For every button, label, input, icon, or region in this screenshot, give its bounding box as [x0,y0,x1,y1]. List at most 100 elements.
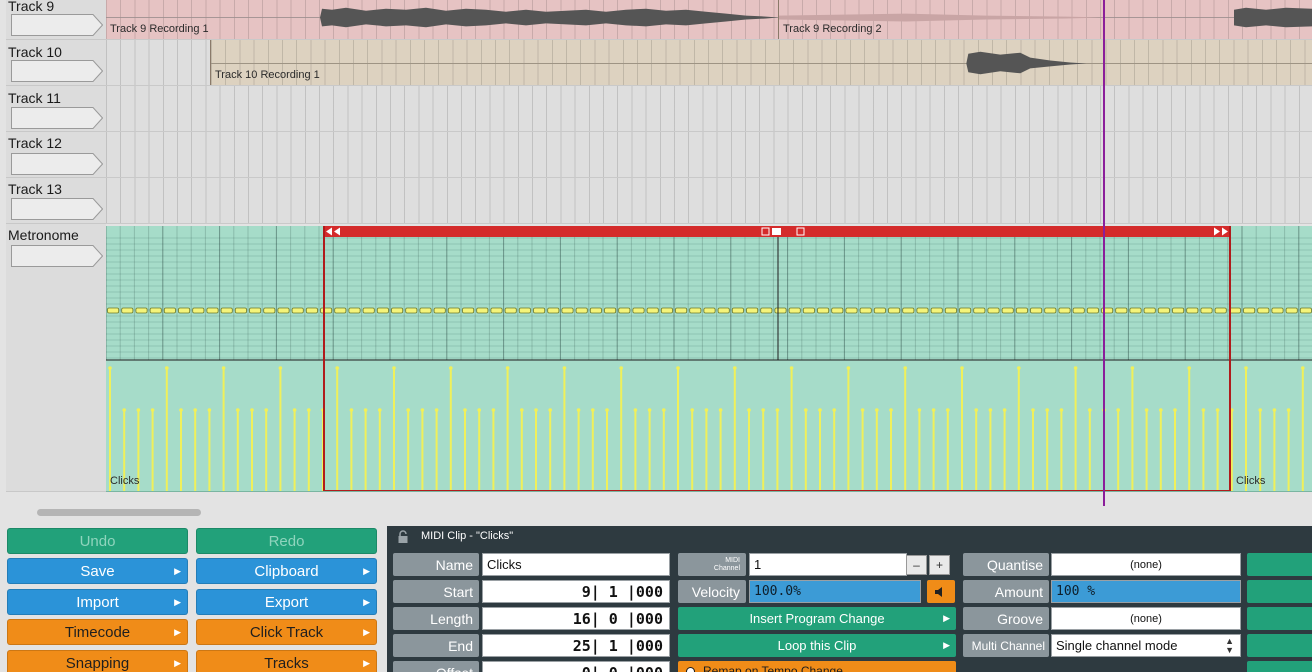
velocity-head [1144,408,1149,412]
channel-decrement-button[interactable]: – [906,555,927,575]
track-header-metronome[interactable]: Metronome [6,224,106,492]
midi-clip-clicks[interactable]: Clicks Clicks [106,226,1312,492]
timecode-button[interactable]: Timecode ▶ [7,619,188,645]
clip-label: Clicks [110,475,140,487]
track-name: Track 12 [8,135,62,151]
chevron-right-icon: ▶ [363,627,370,637]
velocity-label: Velocity [678,580,746,603]
quantise-dropdown[interactable]: (none) [1051,553,1241,576]
horizontal-scrollbar[interactable] [6,500,1312,518]
side-button-4[interactable] [1247,634,1312,657]
track-lane-12[interactable] [106,132,1312,178]
side-button-3[interactable] [1247,607,1312,630]
tracks-button[interactable]: Tracks ▶ [196,650,377,672]
start-field[interactable]: 9| 1 |000 [482,580,670,603]
midi-note [589,307,602,314]
midi-note [462,307,475,314]
midi-note [518,307,531,314]
track-header-11[interactable]: Track 11 [6,86,106,132]
groove-dropdown[interactable]: (none) [1051,607,1241,630]
track-header-9[interactable]: Track 9 [6,0,106,40]
midi-note [604,307,617,314]
midi-note [1143,307,1156,314]
track-tab-icon[interactable] [11,107,103,129]
velocity-head [988,408,993,412]
quantise-label: Quantise [963,553,1049,576]
track-tab-icon[interactable] [11,14,103,36]
length-field[interactable]: 16| 0 |000 [482,607,670,630]
name-field[interactable]: Clicks [482,553,670,576]
midi-note [1186,307,1199,314]
click-track-button[interactable]: Click Track ▶ [196,619,377,645]
midi-note [376,307,389,314]
track-lane-13[interactable] [106,178,1312,224]
midi-note [320,307,333,314]
track-lane-10[interactable]: Track 10 Recording 1 [106,40,1312,86]
velocity-head [136,408,141,412]
midi-note [987,307,1000,314]
midi-label-line2: Channel [713,564,740,572]
velocity-head [1088,408,1092,412]
track-header-10[interactable]: Track 10 [6,40,106,86]
undo-button[interactable]: Undo [7,528,188,554]
velocity-head [1215,408,1220,412]
amount-slider[interactable]: 100 % [1051,580,1241,603]
midi-notes-view[interactable] [106,226,1312,492]
track-tab-icon[interactable] [11,60,103,82]
midi-note [731,307,744,314]
velocity-head [974,408,978,412]
insert-program-change-button[interactable]: Insert Program Change ▶ [678,607,956,630]
playhead-cursor[interactable] [1103,0,1105,506]
side-button-2[interactable] [1247,580,1312,603]
midi-note [249,307,262,314]
midi-note [675,307,688,314]
midi-note [1072,307,1085,314]
clipboard-button[interactable]: Clipboard ▶ [196,558,377,584]
export-label: Export [264,593,309,611]
import-button[interactable]: Import ▶ [7,589,188,615]
end-field[interactable]: 25| 1 |000 [482,634,670,657]
save-button[interactable]: Save ▶ [7,558,188,584]
loop-clip-button[interactable]: Loop this Clip ▶ [678,634,956,657]
midi-note [348,307,361,314]
app-window: Track 9 Track 9 Recording 1 Track 9 Reco… [0,0,1312,672]
midi-note [561,307,574,314]
midi-note [192,307,205,314]
remap-tempo-toggle[interactable]: Remap on Tempo Change [678,661,956,672]
offset-field[interactable]: 0| 0 |000 [482,661,670,672]
midi-channel-field[interactable]: 1 [749,553,907,576]
redo-button[interactable]: Redo [196,528,377,554]
lock-icon[interactable] [397,530,409,544]
speaker-icon[interactable] [927,580,955,603]
multi-channel-select[interactable]: Single channel mode ▲ ▼ [1051,634,1241,657]
snapping-button[interactable]: Snapping ▶ [7,650,188,672]
midi-note [916,307,929,314]
track-tab-icon[interactable] [11,153,103,175]
tracks-label: Tracks [264,654,309,672]
audio-clip-track10-rec1[interactable]: Track 10 Recording 1 [210,40,1312,85]
velocity-head [960,366,964,370]
velocity-slider[interactable]: 100.0% [749,580,921,603]
channel-increment-button[interactable]: + [929,555,950,575]
velocity-head [1059,408,1064,412]
velocity-head [264,408,268,412]
velocity-head [832,408,836,412]
side-button-5[interactable] [1247,661,1312,672]
side-button-1[interactable] [1247,553,1312,576]
audio-clip-track9-rec2[interactable]: Track 9 Recording 2 [778,0,1312,39]
track-tab-icon[interactable] [11,198,103,220]
track-tab-icon[interactable] [11,245,103,267]
midi-note [1015,307,1028,314]
track-header-12[interactable]: Track 12 [6,132,106,178]
chevron-right-icon: ▶ [174,566,181,576]
midi-note [121,307,134,314]
undo-label: Undo [79,532,116,550]
scrollbar-thumb[interactable] [37,509,201,516]
velocity-head [534,408,538,412]
track-lane-11[interactable] [106,86,1312,132]
track-lane-9[interactable]: Track 9 Recording 1 Track 9 Recording 2 [106,0,1312,40]
velocity-head [463,408,467,412]
velocity-head [889,408,893,412]
export-button[interactable]: Export ▶ [196,589,377,615]
track-header-13[interactable]: Track 13 [6,178,106,224]
